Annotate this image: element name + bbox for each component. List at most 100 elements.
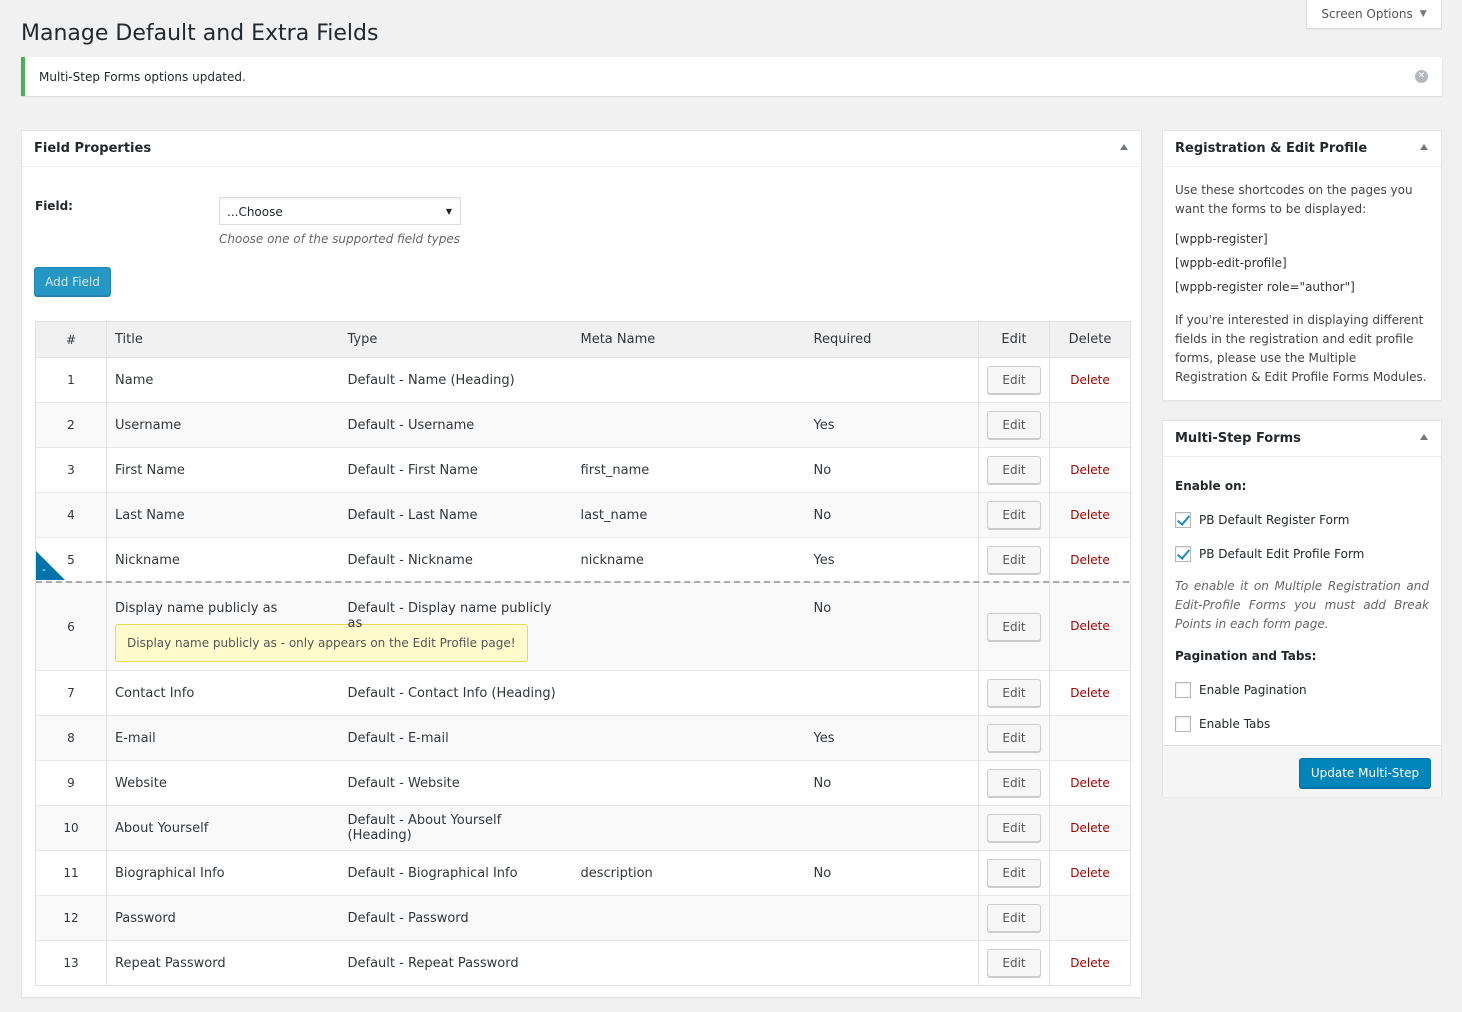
- field-type-select[interactable]: ...Choose ▼: [219, 197, 461, 225]
- delete-link[interactable]: Delete: [1070, 508, 1109, 522]
- row-type-text: Default - Repeat Password: [347, 955, 519, 971]
- row-type: Default - Website: [339, 760, 573, 806]
- page-title: Manage Default and Extra Fields: [21, 21, 379, 46]
- edit-button[interactable]: Edit: [987, 366, 1041, 394]
- row-required: Yes: [805, 715, 979, 761]
- delete-link[interactable]: Delete: [1070, 686, 1109, 700]
- table-row: 10 About Yourself Default - About Yourself…: [35, 805, 1131, 851]
- checkbox-register-form[interactable]: PB Default Register Form: [1175, 512, 1349, 528]
- checkbox-unchecked[interactable]: [1175, 682, 1191, 698]
- edit-button[interactable]: Edit: [987, 724, 1041, 752]
- edit-button[interactable]: Edit: [987, 949, 1041, 977]
- row-title-text: Repeat Password: [115, 955, 226, 971]
- checkbox-checked[interactable]: [1175, 546, 1191, 562]
- row-type-text: Default - E-mail: [347, 730, 449, 746]
- edit-button[interactable]: Edit: [987, 769, 1041, 797]
- edit-button[interactable]: Edit: [987, 612, 1041, 641]
- row-title-text: Name: [115, 372, 154, 388]
- add-field-button[interactable]: Add Field: [34, 267, 111, 296]
- delete-link[interactable]: Delete: [1070, 463, 1109, 477]
- row-number: 9: [35, 760, 107, 806]
- row-number: 12: [35, 895, 107, 941]
- collapse-toggle-icon[interactable]: [1420, 144, 1428, 150]
- field-properties-header[interactable]: Field Properties: [22, 131, 1141, 167]
- notice-success: Multi-Step Forms options updated. ✕: [21, 57, 1442, 96]
- row-number: 7: [35, 670, 107, 716]
- row-title: Repeat Password: [106, 940, 340, 986]
- row-meta-name-text: description: [580, 865, 653, 881]
- edit-button[interactable]: Edit: [987, 859, 1041, 887]
- row-number-text: 2: [67, 418, 75, 432]
- edit-button[interactable]: Edit: [987, 546, 1041, 574]
- edit-button[interactable]: Edit: [987, 904, 1041, 932]
- update-multi-step-button[interactable]: Update Multi-Step: [1299, 758, 1431, 788]
- edit-button[interactable]: Edit: [987, 456, 1041, 484]
- row-meta-name: [572, 715, 806, 761]
- row-delete-cell: Delete: [1049, 537, 1131, 583]
- row-type-text: Default - About Yourself (Heading): [347, 813, 502, 843]
- checkbox-enable-tabs[interactable]: Enable Tabs: [1175, 716, 1270, 732]
- delete-link[interactable]: Delete: [1070, 553, 1109, 567]
- delete-link[interactable]: Delete: [1070, 956, 1109, 970]
- edit-button[interactable]: Edit: [987, 679, 1041, 707]
- row-number-text: 6: [67, 619, 75, 634]
- row-number: 10: [35, 805, 107, 851]
- delete-link[interactable]: Delete: [1070, 373, 1109, 387]
- row-meta-name: [572, 670, 806, 716]
- break-point-marker[interactable]: -: [36, 551, 65, 580]
- fields-table: # Title Type Meta Name Required Edit Del…: [35, 321, 1131, 986]
- checkbox-edit-profile-form[interactable]: PB Default Edit Profile Form: [1175, 546, 1364, 562]
- checkbox-unchecked[interactable]: [1175, 716, 1191, 732]
- checkbox-enable-pagination[interactable]: Enable Pagination: [1175, 682, 1307, 698]
- row-required: [805, 895, 979, 941]
- row-required-text: No: [813, 462, 832, 478]
- row-required: Yes: [805, 537, 979, 583]
- row-required: [805, 805, 979, 851]
- delete-link[interactable]: Delete: [1070, 619, 1109, 633]
- row-number-text: 3: [67, 463, 75, 477]
- checkbox-label: PB Default Edit Profile Form: [1199, 547, 1365, 561]
- row-required: No: [805, 447, 979, 493]
- row-meta-name: [572, 582, 806, 671]
- delete-link[interactable]: Delete: [1070, 776, 1109, 790]
- box-title: Multi-Step Forms: [1175, 431, 1301, 446]
- collapse-toggle-icon[interactable]: [1420, 434, 1428, 440]
- row-meta-name: [572, 760, 806, 806]
- row-number: 13: [35, 940, 107, 986]
- checkbox-checked[interactable]: [1175, 512, 1191, 528]
- field-properties-box: Field Properties Field: ...Choose ▼ Choo…: [21, 130, 1142, 998]
- row-number-text: 4: [67, 508, 75, 522]
- multi-step-box-header[interactable]: Multi-Step Forms: [1163, 421, 1441, 457]
- row-number: 2: [35, 402, 107, 448]
- row-number-text: 5: [67, 553, 75, 567]
- modules-note: If you're interested in displaying diffe…: [1175, 313, 1427, 384]
- edit-button[interactable]: Edit: [987, 814, 1041, 842]
- row-title: Username: [106, 402, 340, 448]
- row-title-text: Nickname: [115, 552, 180, 568]
- dismiss-icon[interactable]: ✕: [1415, 70, 1428, 83]
- edit-button[interactable]: Edit: [987, 411, 1041, 439]
- col-header-required: Required: [805, 321, 979, 358]
- row-type: Default - Username: [339, 402, 573, 448]
- dropdown-arrow-icon: ▼: [445, 207, 452, 216]
- registration-box-header[interactable]: Registration & Edit Profile: [1163, 131, 1441, 167]
- notice-message: Multi-Step Forms options updated.: [39, 69, 246, 84]
- row-type: Default - First Name: [339, 447, 573, 493]
- row-number-text: 8: [67, 731, 75, 745]
- edit-button[interactable]: Edit: [987, 501, 1041, 529]
- delete-link[interactable]: Delete: [1070, 866, 1109, 880]
- row-required: No: [805, 760, 979, 806]
- row-type-text: Default - Website: [347, 775, 460, 791]
- checkbox-label: Enable Pagination: [1199, 683, 1307, 697]
- screen-options-toggle[interactable]: Screen Options ▼: [1306, 0, 1442, 29]
- row-delete-cell: [1049, 715, 1131, 761]
- row-edit-cell: Edit: [978, 402, 1050, 448]
- collapse-toggle-icon[interactable]: [1120, 144, 1128, 150]
- row-type-text: Default - Last Name: [347, 507, 478, 523]
- row-type-text: Default - Name (Heading): [347, 372, 515, 388]
- row-edit-cell: Edit: [978, 715, 1050, 761]
- table-row: 2 Username Default - Username Yes Edit: [35, 402, 1131, 448]
- delete-link[interactable]: Delete: [1070, 821, 1109, 835]
- row-required: [805, 357, 979, 403]
- row-meta-name: [572, 402, 806, 448]
